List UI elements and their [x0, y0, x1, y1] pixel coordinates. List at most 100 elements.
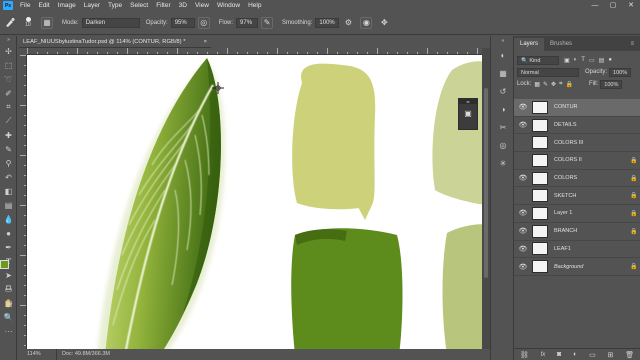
eye-visibility-icon[interactable]: 👁 — [514, 263, 532, 271]
channels-panel-icon[interactable]: ◎ — [491, 136, 515, 154]
layer-row[interactable]: 👁 COLORS 🔒 — [514, 170, 640, 188]
menu-edit[interactable]: Edit — [34, 0, 53, 11]
layer-name[interactable]: SKETCH — [554, 193, 628, 199]
layer-row[interactable]: COLORS III — [514, 134, 640, 153]
mode-select[interactable]: Darken — [81, 17, 140, 28]
lock-image-icon[interactable]: ✎ — [543, 81, 548, 88]
layer-row[interactable]: COLORS II 🔒 — [514, 152, 640, 170]
menu-window[interactable]: Window — [213, 0, 244, 11]
healing-brush-tool-icon[interactable]: ✚ — [0, 128, 17, 142]
clone-stamp-tool-icon[interactable]: ⚲ — [0, 156, 17, 170]
layer-name[interactable]: CONTUR — [554, 104, 628, 110]
new-layer-icon[interactable]: ⊞ — [608, 351, 614, 359]
foreground-color-swatch[interactable] — [0, 260, 9, 269]
screen-mode-icon[interactable]: ▣ — [0, 296, 17, 310]
layer-name[interactable]: COLORS III — [554, 140, 628, 146]
eye-visibility-icon[interactable]: 👁 — [514, 209, 532, 217]
airbrush-icon[interactable]: ✎ — [261, 16, 274, 29]
swatches-panel-icon[interactable]: ▦ — [491, 64, 515, 82]
paths-panel-icon[interactable]: ✳ — [491, 154, 515, 172]
document-canvas[interactable] — [27, 55, 482, 349]
filter-pixel-icon[interactable]: ▣ — [564, 57, 570, 64]
layer-row[interactable]: 👁 BRANCH 🔒 — [514, 223, 640, 241]
menu-file[interactable]: File — [16, 0, 34, 11]
layer-name[interactable]: BRANCH — [554, 228, 628, 234]
menu-select[interactable]: Select — [126, 0, 152, 11]
lock-artboard-icon[interactable]: ⌗ — [559, 81, 562, 88]
move-tool-icon[interactable]: ✢ — [0, 44, 17, 58]
filter-adjustment-icon[interactable]: ◐ — [574, 57, 578, 63]
lock-transparent-icon[interactable]: ▦ — [534, 81, 540, 88]
blur-tool-icon[interactable]: 💧 — [0, 212, 17, 226]
symmetry-butterfly-icon[interactable]: ✥ — [378, 17, 390, 29]
menu-view[interactable]: View — [191, 0, 213, 11]
lock-all-icon[interactable]: 🔒 — [565, 81, 572, 88]
tab-layers[interactable]: Layers — [514, 38, 545, 51]
lock-position-icon[interactable]: ✥ — [551, 81, 556, 88]
layer-row[interactable]: SKETCH 🔒 — [514, 187, 640, 206]
menu-type[interactable]: Type — [104, 0, 126, 11]
filter-smart-object-icon[interactable]: ▤ — [599, 57, 605, 64]
layer-name[interactable]: LEAF1 — [554, 246, 628, 252]
pen-tool-icon[interactable]: ✒ — [0, 240, 17, 254]
layer-row[interactable]: 👁 DETAILS — [514, 117, 640, 135]
layer-style-fx-icon[interactable]: fx — [541, 352, 546, 358]
history-brush-tool-icon[interactable]: ↶ — [0, 170, 17, 184]
layer-row[interactable]: 👁 CONTUR — [514, 99, 640, 117]
smoothing-input[interactable]: 100% — [315, 17, 340, 28]
marquee-tool-icon[interactable]: ⬚ — [0, 58, 17, 72]
fill-input[interactable]: 100% — [600, 79, 623, 89]
document-info[interactable]: Doc: 49.8M/366.3M — [57, 349, 110, 360]
eye-visibility-icon[interactable]: 👁 — [514, 103, 532, 111]
smoothing-settings-gear-icon[interactable]: ⚙ — [342, 17, 354, 29]
dodge-tool-icon[interactable]: ● — [0, 226, 17, 240]
new-group-icon[interactable]: ▭ — [589, 351, 596, 359]
properties-panel-icon[interactable]: ▣ — [462, 109, 474, 121]
panel-grip-icon[interactable]: ◂▸ — [459, 99, 477, 104]
pressure-size-icon[interactable]: ◉ — [360, 16, 373, 29]
scrollbar-thumb[interactable] — [484, 88, 488, 278]
eye-visibility-icon[interactable]: 👁 — [514, 245, 532, 253]
strip-collapse-icon[interactable]: « — [491, 36, 515, 46]
layer-name[interactable]: COLORS — [554, 175, 628, 181]
gradient-tool-icon[interactable]: ▤ — [0, 198, 17, 212]
link-layers-icon[interactable]: ⛓ — [520, 351, 529, 359]
layer-opacity-input[interactable]: 100% — [609, 67, 632, 77]
quick-mask-icon[interactable]: ◘ — [0, 280, 17, 294]
lasso-tool-icon[interactable]: ➰ — [0, 72, 17, 86]
eyedropper-tool-icon[interactable]: ⟋ — [0, 114, 17, 128]
blend-mode-select[interactable]: Normal — [517, 67, 579, 77]
eye-visibility-icon[interactable]: 👁 — [514, 227, 532, 235]
flow-input[interactable]: 97% — [236, 17, 259, 28]
more-tools-icon[interactable]: ··· — [0, 324, 17, 338]
zoom-tool-icon[interactable]: 🔍 — [0, 310, 17, 324]
layer-name[interactable]: Background — [554, 264, 628, 270]
layer-row[interactable]: 👁 LEAF1 — [514, 241, 640, 259]
quick-select-tool-icon[interactable]: ✐ — [0, 86, 17, 100]
pressure-opacity-icon[interactable]: ◎ — [197, 16, 210, 29]
adjustments-panel-icon[interactable]: ◑ — [491, 100, 515, 118]
toolbar-collapse-icon[interactable]: » — [0, 36, 17, 44]
eye-visibility-icon[interactable]: 👁 — [514, 121, 532, 129]
layer-row[interactable]: 👁 Layer 1 🔒 — [514, 205, 640, 223]
close-window-button[interactable]: ✕ — [622, 0, 640, 11]
layer-row[interactable]: 👁 Background 🔒 — [514, 258, 640, 276]
add-mask-icon[interactable]: ◙ — [557, 351, 561, 358]
layer-name[interactable]: Layer 1 — [554, 210, 628, 216]
layer-name[interactable]: DETAILS — [554, 122, 628, 128]
menu-filter[interactable]: Filter — [152, 0, 174, 11]
brush-tool-icon[interactable]: ✎ — [0, 142, 17, 156]
menu-image[interactable]: Image — [54, 0, 80, 11]
kind-filter-select[interactable]: 🔍 Kind — [517, 55, 559, 65]
layer-name[interactable]: COLORS II — [554, 157, 628, 163]
brush-tool-icon[interactable] — [3, 17, 15, 29]
filter-shape-icon[interactable]: ▭ — [589, 57, 595, 64]
panel-menu-icon[interactable]: ≡ — [624, 38, 640, 51]
opacity-input[interactable]: 95% — [170, 17, 195, 28]
maximize-button[interactable]: ▢ — [604, 0, 622, 11]
tools-settings-icon[interactable]: ✂ — [491, 118, 515, 136]
minimize-button[interactable]: — — [586, 0, 604, 11]
brush-preset-picker[interactable]: 10 — [21, 17, 35, 29]
tab-brushes[interactable]: Brushes — [544, 38, 578, 51]
canvas-vertical-scrollbar[interactable] — [482, 48, 490, 349]
